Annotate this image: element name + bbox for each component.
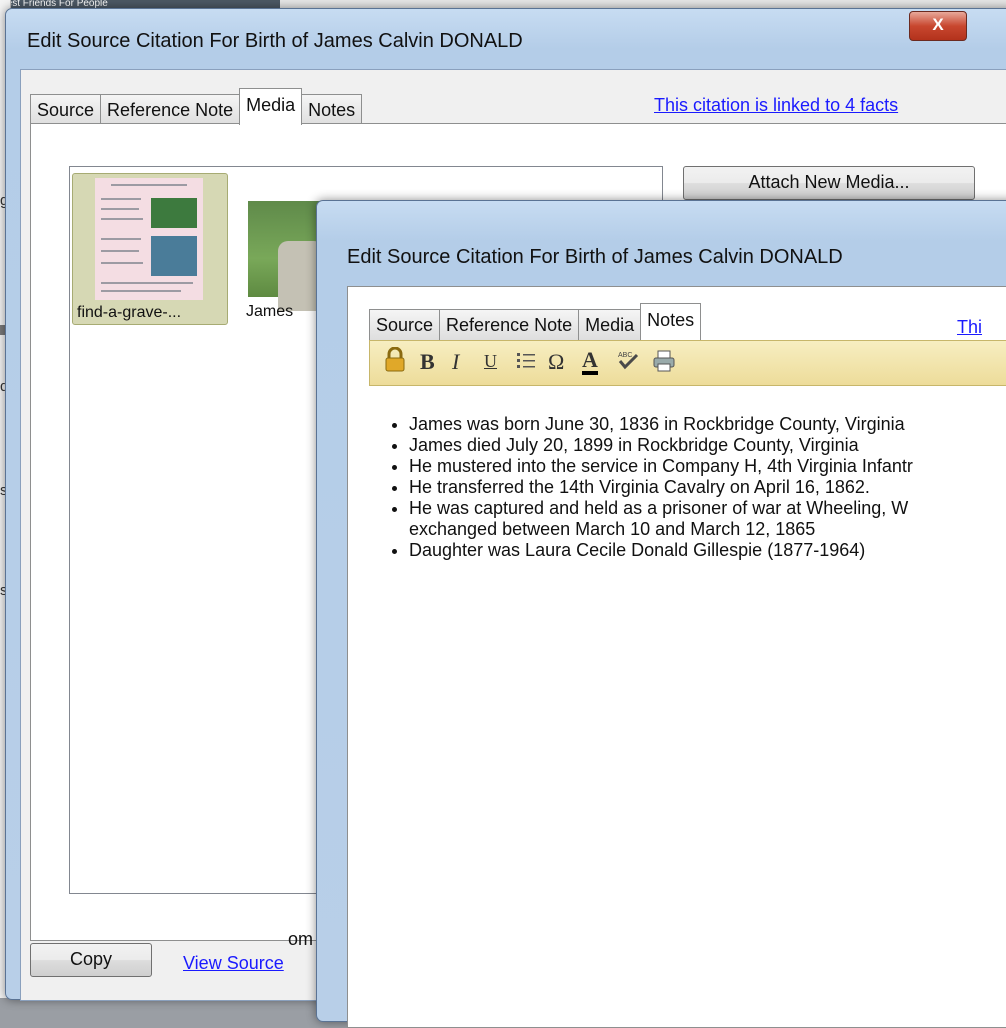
tab-strip: Source Reference Note Media Notes	[30, 88, 363, 125]
note-item: James died July 20, 1899 in Rockbridge C…	[409, 435, 1006, 456]
tab-reference-note[interactable]: Reference Note	[100, 94, 241, 125]
notes-formatting-toolbar: B I U Ω A ABC	[369, 340, 1006, 386]
spellcheck-icon[interactable]: ABC	[616, 349, 640, 377]
notes-editor[interactable]: James was born June 30, 1836 in Rockbrid…	[369, 389, 1006, 1009]
tab-media[interactable]: Media	[578, 309, 642, 340]
media-item-find-a-grave[interactable]: find-a-grave-...	[72, 173, 228, 325]
attach-new-media-button[interactable]: Attach New Media...	[683, 166, 975, 200]
tab-media[interactable]: Media	[239, 88, 303, 125]
media-caption: find-a-grave-...	[77, 304, 182, 321]
note-item: He transferred the 14th Virginia Cavalry…	[409, 477, 1006, 498]
tab-source[interactable]: Source	[369, 309, 441, 340]
note-item: Daughter was Laura Cecile Donald Gillesp…	[409, 540, 1006, 561]
notes-list: James was born June 30, 1836 in Rockbrid…	[369, 414, 1006, 561]
tab-notes[interactable]: Notes	[640, 303, 702, 340]
font-color-icon[interactable]: A	[582, 349, 598, 375]
note-text: He was captured and held as a prisoner o…	[409, 498, 909, 518]
tab-strip: Source Reference Note Media Notes	[369, 303, 702, 340]
dialog-title: Edit Source Citation For Birth of James …	[27, 30, 523, 52]
bold-icon[interactable]: B	[420, 349, 435, 375]
copy-button[interactable]: Copy	[30, 943, 152, 977]
svg-text:ABC: ABC	[618, 352, 632, 359]
tab-notes[interactable]: Notes	[301, 94, 363, 125]
linked-facts-link[interactable]: Thi	[957, 317, 982, 338]
note-item: He mustered into the service in Company …	[409, 456, 1006, 477]
background-title-strip: Best Friends For People	[0, 0, 280, 8]
lock-icon[interactable]	[384, 346, 406, 379]
media-caption: James	[246, 303, 294, 320]
omega-icon[interactable]: Ω	[548, 349, 564, 375]
tab-reference-note[interactable]: Reference Note	[439, 309, 580, 340]
view-source-link[interactable]: View Source	[183, 953, 284, 974]
partial-label: om	[288, 929, 314, 949]
note-item: James was born June 30, 1836 in Rockbrid…	[409, 414, 1006, 435]
media-thumbnail	[95, 178, 203, 300]
close-button[interactable]: X	[909, 11, 967, 41]
dialog-title: Edit Source Citation For Birth of James …	[347, 246, 843, 268]
underline-icon[interactable]: U	[484, 351, 497, 372]
tab-source[interactable]: Source	[30, 94, 102, 125]
bullet-list-icon[interactable]	[516, 351, 536, 377]
note-continuation: exchanged between March 10 and March 12,…	[409, 519, 816, 539]
citation-dialog-notes: Edit Source Citation For Birth of James …	[316, 200, 1006, 1028]
note-item: He was captured and held as a prisoner o…	[409, 498, 1006, 540]
italic-icon[interactable]: I	[452, 349, 459, 375]
print-icon[interactable]	[652, 349, 676, 379]
linked-facts-link[interactable]: This citation is linked to 4 facts	[654, 95, 898, 116]
